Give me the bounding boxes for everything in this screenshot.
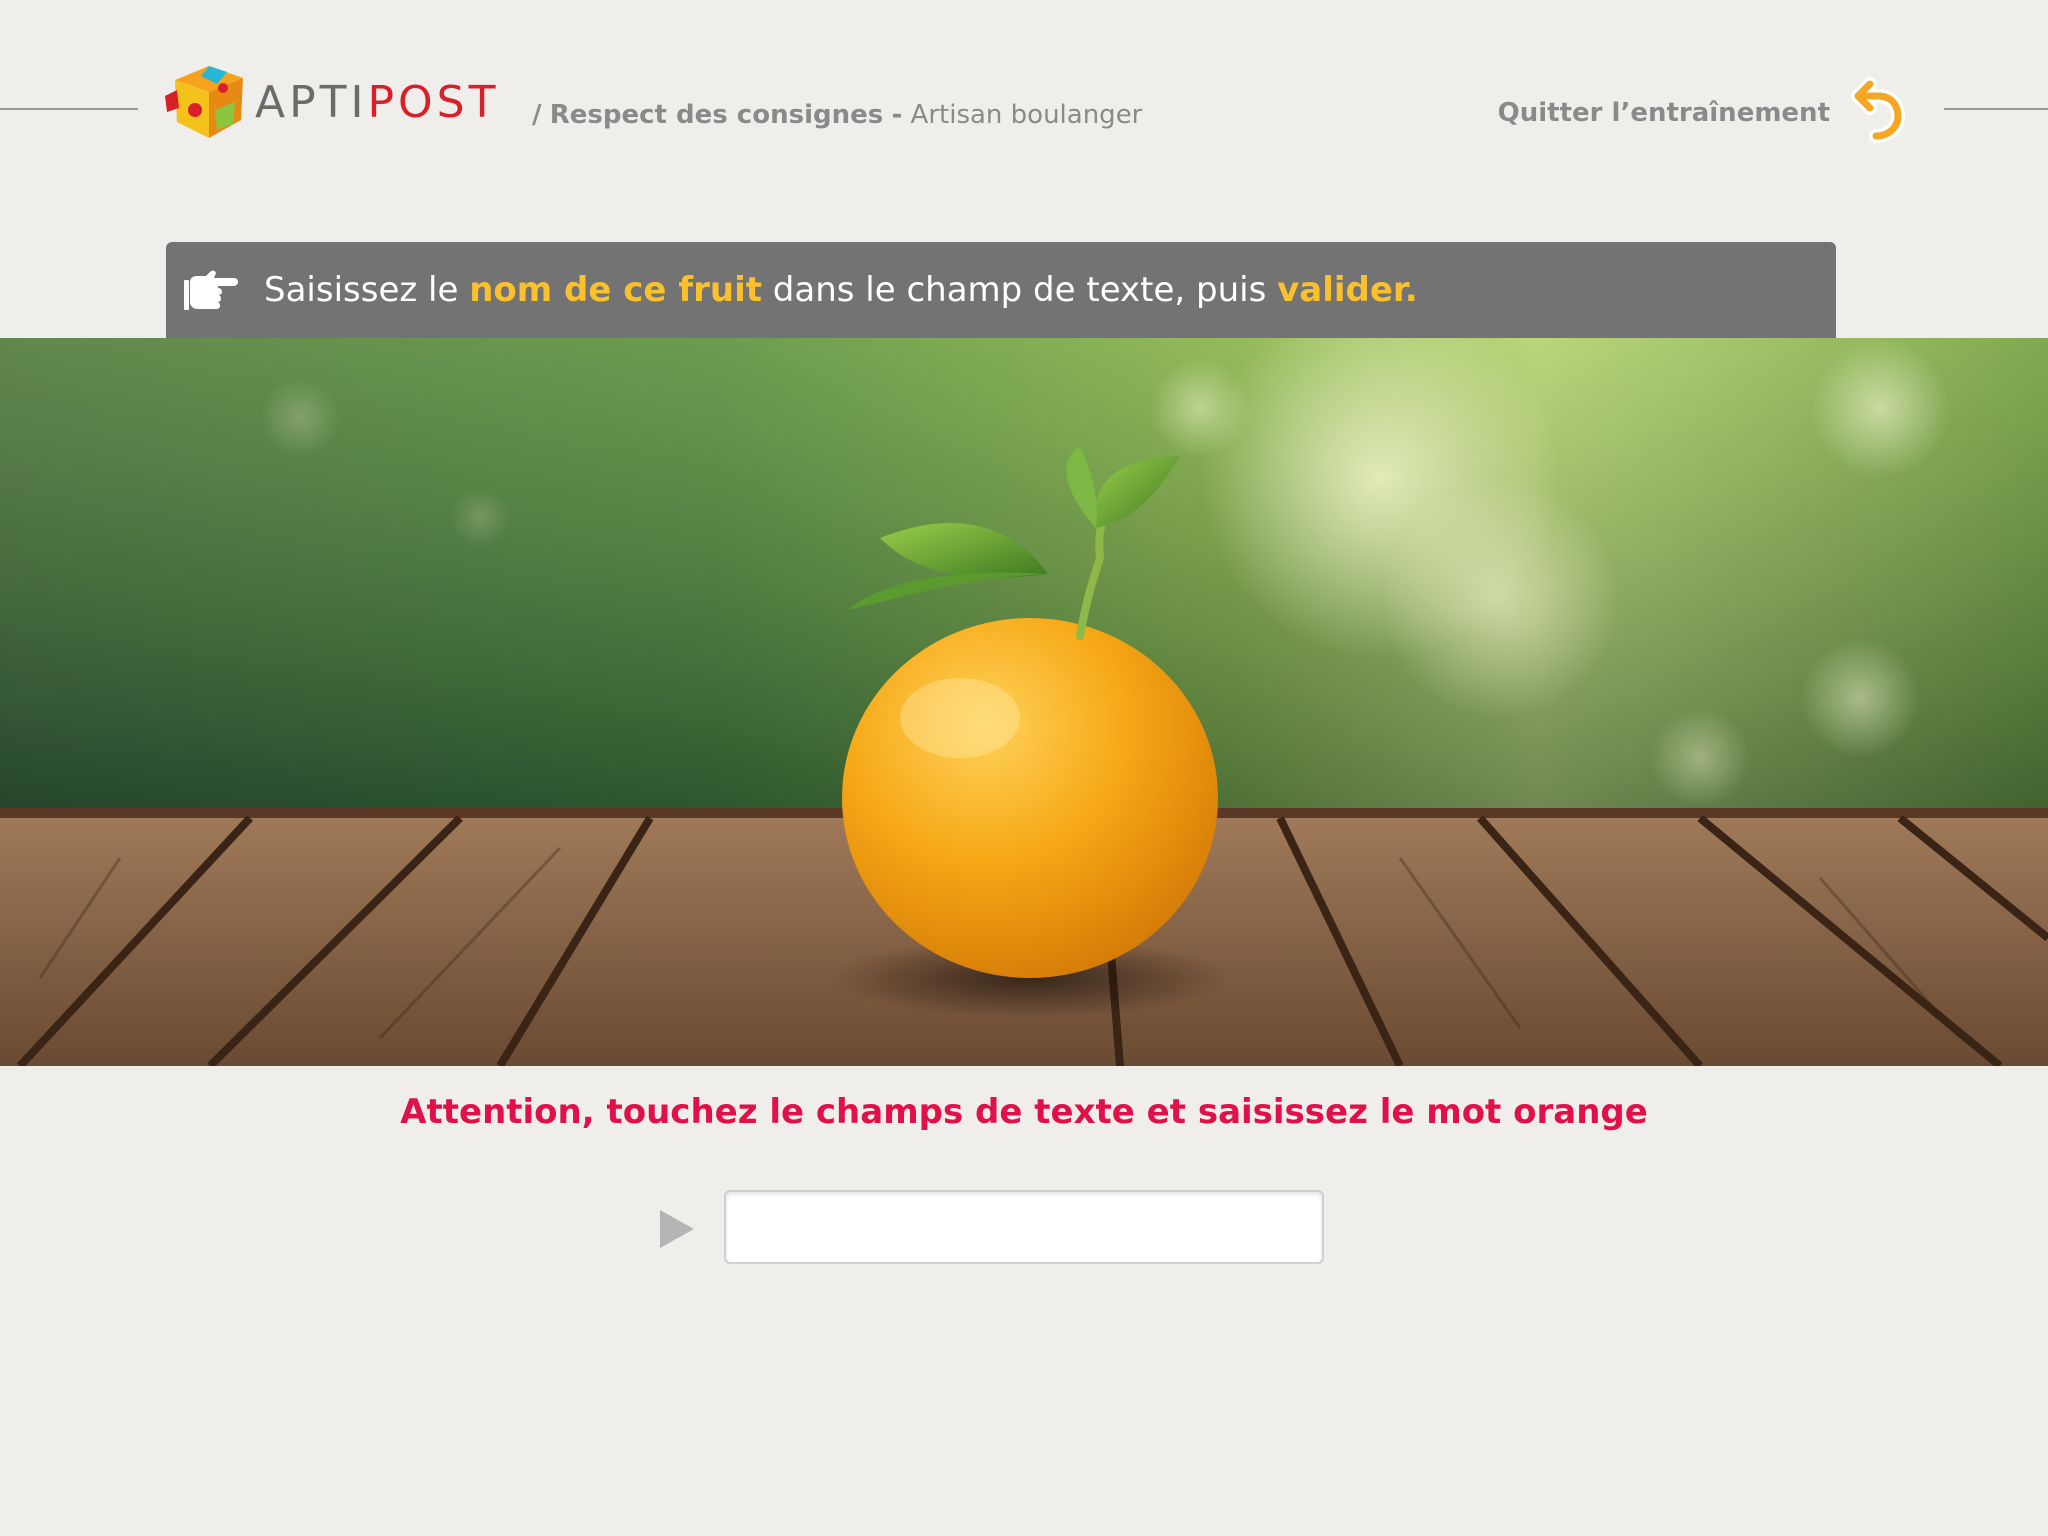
logo-wordmark: APTIPOST [255, 81, 499, 125]
breadcrumb-job: Artisan boulanger [910, 100, 1143, 130]
quit-training-button[interactable]: Quitter l’entraînement [1498, 68, 1908, 148]
aptipost-logo: APTIPOST [165, 58, 505, 142]
quit-training-label[interactable]: Quitter l’entraînement [1498, 98, 1830, 128]
puzzle-cube-icon [165, 66, 243, 138]
instruction-banner: Saisissez le nom de ce fruit dans le cha… [166, 242, 1836, 338]
instruction-part-1: Saisissez le [264, 270, 470, 310]
instruction-highlight-validate: valider. [1277, 270, 1418, 310]
warning-message: Attention, touchez le champs de texte et… [400, 1092, 1648, 1132]
instruction-highlight-fruit-name: nom de ce fruit [469, 270, 762, 310]
breadcrumb: / Respect des consignes - Artisan boulan… [532, 100, 1142, 130]
instruction-part-2: dans le champ de texte, puis [762, 270, 1278, 310]
header-divider-right [1944, 108, 2048, 110]
undo-arrow-icon[interactable] [1848, 70, 1908, 146]
training-page: APTIPOST / Respect des consignes - Artis… [0, 0, 2048, 1536]
breadcrumb-separator: / [532, 100, 542, 130]
answer-input[interactable] [724, 1190, 1324, 1264]
breadcrumb-section: Respect des consignes [549, 100, 884, 130]
orange-fruit-image [0, 338, 2048, 1066]
logo-text-second: POST [367, 77, 500, 128]
breadcrumb-dash: - [891, 100, 903, 130]
play-arrow-icon [660, 1210, 694, 1248]
pointing-hand-icon [184, 270, 238, 310]
logo-text-first: APTI [255, 77, 368, 128]
header-divider-left [0, 108, 138, 110]
instruction-text: Saisissez le nom de ce fruit dans le cha… [264, 270, 1418, 310]
